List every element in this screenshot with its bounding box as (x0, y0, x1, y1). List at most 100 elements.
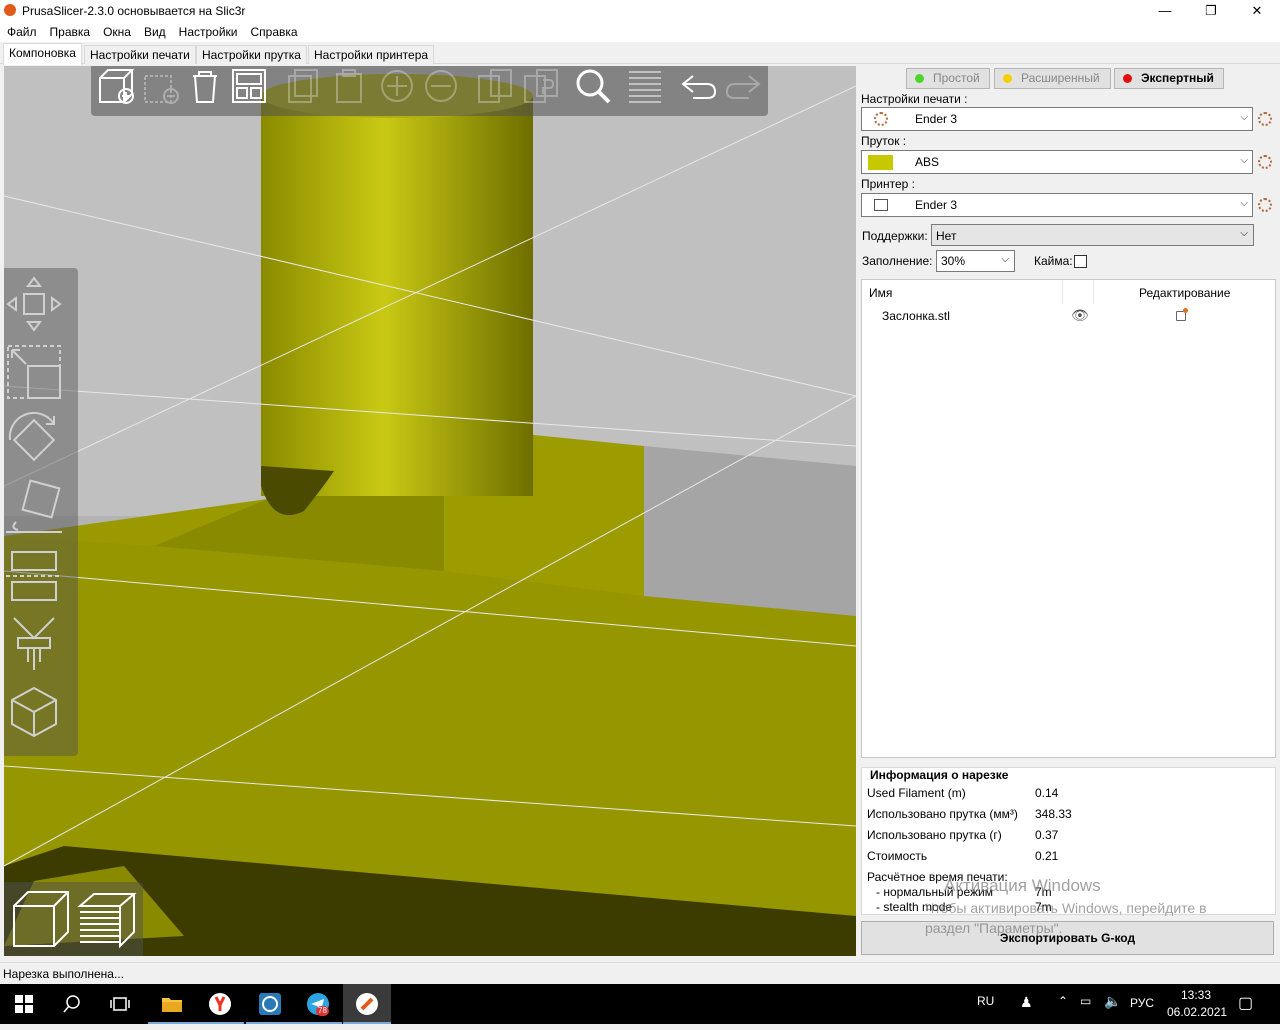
column-header-edit: Редактирование (1139, 286, 1231, 300)
supports-label: Поддержки: (862, 229, 928, 243)
supports-combo[interactable]: Нет ⌵ (931, 224, 1254, 246)
info-value: 0.37 (1035, 828, 1059, 842)
mode-expert-button[interactable]: Экспертный (1114, 68, 1224, 89)
info-label: Использовано прутка (мм³) (867, 807, 1018, 821)
column-divider (1093, 280, 1094, 304)
language-indicator[interactable]: RU (977, 994, 994, 1008)
print-settings-edit-icon[interactable] (1258, 112, 1272, 126)
tab-print-settings[interactable]: Настройки печати (84, 45, 196, 64)
mode-advanced-button[interactable]: Расширенный (994, 68, 1111, 89)
3d-viewport[interactable] (4, 66, 856, 956)
task-view-icon[interactable] (96, 984, 144, 1024)
place-on-face-icon[interactable] (4, 478, 64, 538)
undo-icon[interactable] (679, 66, 719, 106)
chevron-down-icon: ⌵ (1240, 155, 1248, 166)
menu-windows[interactable]: Окна (96, 22, 137, 39)
brim-label: Кайма: (1034, 254, 1073, 268)
volume-icon[interactable]: 🔈 (1104, 993, 1121, 1010)
window-title: PrusaSlicer-2.3.0 основывается на Slic3r (22, 4, 246, 18)
scale-icon[interactable] (4, 342, 64, 402)
object-name: Заслонка.stl (882, 309, 950, 323)
clock-time[interactable]: 13:33 (1181, 988, 1211, 1002)
info-value: 0.14 (1035, 786, 1059, 800)
top-toolbar (91, 66, 768, 116)
notifications-icon[interactable]: ▢ (1238, 993, 1253, 1013)
telegram-badge: 78 (316, 1006, 329, 1016)
chevron-down-icon: ⌵ (1001, 254, 1009, 265)
rotate-icon[interactable] (4, 410, 64, 470)
cut-icon[interactable] (4, 546, 64, 606)
column-header-name: Имя (869, 286, 893, 300)
start-icon[interactable] (0, 984, 48, 1024)
activation-watermark-text: Чтобы активировать Windows, перейдите в (925, 900, 1207, 916)
split-parts-icon[interactable] (521, 66, 561, 106)
brim-checkbox[interactable] (1074, 255, 1087, 268)
tab-printer-settings[interactable]: Настройки принтера (308, 45, 435, 64)
add-object-icon[interactable] (96, 66, 136, 106)
printer-label: Принтер : (861, 177, 916, 191)
filament-edit-icon[interactable] (1258, 155, 1272, 169)
title-bar: PrusaSlicer-2.3.0 основывается на Slic3r… (0, 0, 1280, 22)
menu-edit[interactable]: Правка (43, 22, 97, 39)
infill-combo[interactable]: 30% ⌵ (936, 250, 1015, 272)
export-gcode-button[interactable]: Экспортировать G-код (861, 921, 1274, 955)
file-explorer-icon[interactable] (148, 984, 196, 1024)
main-tabs: Компоновка Настройки печати Настройки пр… (0, 42, 1280, 65)
search-icon[interactable] (573, 66, 613, 106)
print-settings-label: Настройки печати : (861, 92, 968, 106)
seam-painting-icon[interactable] (4, 682, 64, 742)
mode-simple-button[interactable]: Простой (906, 68, 990, 89)
left-gizmo-toolbar (4, 268, 78, 756)
add-instance-icon[interactable] (377, 66, 417, 106)
minimize-button[interactable]: — (1142, 0, 1188, 22)
menu-view[interactable]: Вид (137, 22, 172, 39)
status-text: Нарезка выполнена... (3, 967, 124, 981)
app-icon[interactable] (246, 984, 294, 1024)
sidebar: Простой Расширенный Экспертный Настройки… (857, 64, 1280, 958)
redo-icon[interactable] (723, 66, 763, 106)
tab-filament-settings[interactable]: Настройки прутка (196, 45, 307, 64)
yandex-browser-icon[interactable] (196, 984, 244, 1024)
tab-plater[interactable]: Компоновка (3, 43, 82, 65)
printer-edit-icon[interactable] (1258, 198, 1272, 212)
3d-view-icon[interactable] (10, 888, 72, 950)
info-label: Used Filament (m) (867, 786, 966, 800)
people-icon[interactable]: ♟ (1020, 994, 1033, 1011)
info-label: Стоимость (867, 849, 928, 863)
move-icon[interactable] (4, 274, 64, 334)
printer-combo[interactable]: Ender 3 ⌵ (861, 193, 1253, 217)
scene-canvas (4, 66, 856, 956)
telegram-icon[interactable]: 78 (294, 984, 342, 1024)
menu-file[interactable]: Файл (0, 22, 43, 39)
prusaslicer-taskbar-icon[interactable] (343, 984, 391, 1024)
filament-combo[interactable]: ABS ⌵ (861, 150, 1253, 174)
red-dot-icon (1123, 74, 1132, 83)
delete-all-icon[interactable] (185, 66, 225, 106)
menu-settings[interactable]: Настройки (172, 22, 244, 39)
activation-watermark-text: раздел "Параметры". (925, 920, 1063, 936)
eye-icon[interactable]: 👁 (1071, 307, 1089, 324)
object-list: Имя Редактирование Заслонка.stl 👁 (861, 279, 1276, 758)
view-toggle (4, 882, 143, 956)
paste-icon[interactable] (329, 66, 369, 106)
clock-date[interactable]: 06.02.2021 (1167, 1005, 1227, 1019)
layers-editing-icon[interactable] (625, 66, 665, 106)
print-settings-combo[interactable]: Ender 3 ⌵ (861, 107, 1253, 131)
list-item[interactable]: Заслонка.stl 👁 (862, 305, 1275, 327)
chevron-up-icon[interactable]: ⌃ (1058, 994, 1068, 1008)
arrange-icon[interactable] (229, 66, 269, 106)
slice-info-title: Информация о нарезке (870, 768, 1009, 782)
search-icon[interactable] (48, 984, 96, 1024)
delete-selected-icon[interactable] (141, 66, 181, 106)
activation-watermark-title: Активация Windows (944, 876, 1101, 895)
menu-help[interactable]: Справка (244, 22, 304, 39)
close-button[interactable]: ✕ (1234, 0, 1280, 22)
keyboard-layout[interactable]: РУС (1130, 996, 1154, 1010)
copy-icon[interactable] (283, 66, 323, 106)
preview-layers-icon[interactable] (76, 888, 138, 950)
remove-instance-icon[interactable] (421, 66, 461, 106)
maximize-button[interactable]: ❐ (1188, 0, 1234, 22)
split-objects-icon[interactable] (475, 66, 515, 106)
network-icon[interactable]: ▭ (1080, 994, 1091, 1008)
paint-supports-icon[interactable] (4, 614, 64, 674)
